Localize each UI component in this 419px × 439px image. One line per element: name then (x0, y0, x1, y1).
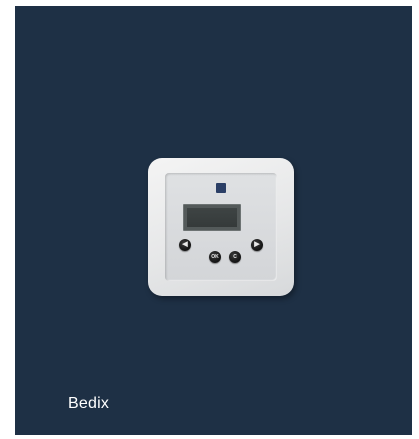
thermostat-image: ◀ ▶ OK C (148, 158, 294, 296)
chevron-right-icon: ▶ (251, 239, 263, 251)
thermostat-faceplate: ◀ ▶ OK C (165, 173, 277, 281)
lcd-display (183, 204, 241, 231)
lcd-screen (187, 208, 237, 227)
brand-logo-icon (216, 183, 226, 193)
chevron-left-icon: ◀ (179, 239, 191, 251)
brand-logo-text (211, 194, 231, 198)
c-button: C (229, 251, 241, 263)
product-caption[interactable]: Bedix (68, 395, 109, 413)
product-card[interactable]: ◀ ▶ OK C Bedix (15, 6, 412, 435)
ok-button: OK (209, 251, 221, 263)
